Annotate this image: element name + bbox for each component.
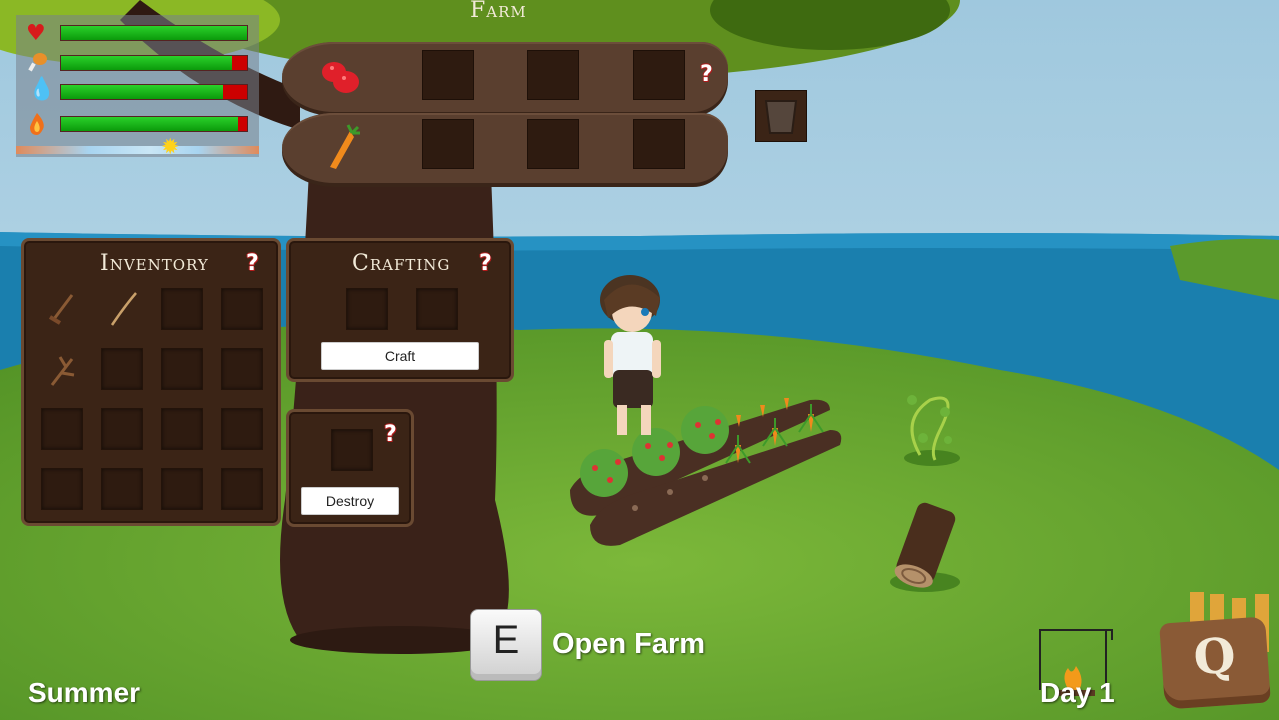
sun-icon: ✹ — [161, 135, 180, 160]
farm-row-1: ? — [282, 42, 728, 112]
inventory-slot-12[interactable] — [221, 408, 263, 450]
open-farm-prompt: Open Farm — [552, 628, 706, 660]
farm-help-button[interactable]: ? — [700, 62, 713, 87]
quest-key-label: Q — [1191, 627, 1238, 687]
fire-icon — [26, 111, 48, 135]
day-progress-bar — [16, 146, 259, 154]
inventory-title: Inventory — [100, 251, 209, 276]
heart-icon: ♥ — [26, 21, 46, 46]
farm-row-2 — [282, 113, 728, 183]
inventory-slot-1[interactable] — [41, 288, 83, 330]
warmth-bar-fill — [61, 117, 238, 131]
bucket-slot[interactable] — [755, 90, 807, 142]
stats-panel: ♥ 💧 ✹ — [16, 15, 259, 160]
inventory-slot-14[interactable] — [101, 468, 143, 510]
game-scene: Farm ? ♥ 💧 ✹ Inventory ? Crafting ? Craf… — [0, 0, 1279, 720]
inventory-slot-13[interactable] — [41, 468, 83, 510]
farm-slot-1[interactable] — [422, 50, 474, 100]
crafting-panel: Crafting ? Craft — [286, 238, 514, 382]
hoe-icon — [48, 294, 74, 325]
inventory-slot-3[interactable] — [161, 288, 203, 330]
inventory-slot-6[interactable] — [101, 348, 143, 390]
inventory-slot-2[interactable] — [101, 288, 143, 330]
hunger-bar — [60, 55, 248, 71]
destroy-help-button[interactable]: ? — [384, 422, 397, 447]
destroy-panel: ? Destroy — [286, 409, 414, 527]
crafting-help-button[interactable]: ? — [479, 251, 492, 276]
destroy-slot[interactable] — [331, 429, 373, 471]
thirst-bar-fill — [61, 85, 223, 99]
day-label: Day 1 — [1040, 677, 1115, 708]
farm-slot-6[interactable] — [633, 119, 685, 169]
inventory-panel: Inventory ? — [21, 238, 281, 526]
inventory-slot-11[interactable] — [161, 408, 203, 450]
farm-slot-2[interactable] — [527, 50, 579, 100]
key-e-label: E — [492, 618, 520, 662]
inventory-slot-8[interactable] — [221, 348, 263, 390]
inventory-slot-4[interactable] — [221, 288, 263, 330]
farm-title: Farm — [470, 0, 527, 23]
drumstick-icon — [26, 51, 48, 73]
stick-icon — [50, 356, 75, 386]
health-bar — [60, 25, 248, 41]
craft-button[interactable]: Craft — [321, 342, 479, 370]
crafting-slot-1[interactable] — [346, 288, 388, 330]
farm-slot-5[interactable] — [527, 119, 579, 169]
quest-log-button[interactable]: Q — [1159, 616, 1271, 710]
destroy-button[interactable]: Destroy — [301, 487, 399, 515]
inventory-slot-7[interactable] — [161, 348, 203, 390]
farm-slot-4[interactable] — [422, 119, 474, 169]
season-label: Summer — [28, 677, 141, 708]
thirst-bar — [60, 84, 248, 100]
inventory-slot-9[interactable] — [41, 408, 83, 450]
inventory-slot-10[interactable] — [101, 408, 143, 450]
inventory-slot-5[interactable] — [41, 348, 83, 390]
farm-slot-3[interactable] — [633, 50, 685, 100]
inventory-slot-15[interactable] — [161, 468, 203, 510]
bucket-icon — [764, 100, 798, 134]
carrot-icon — [330, 124, 360, 169]
health-bar-fill — [61, 26, 247, 40]
water-drop-icon: 💧 — [28, 77, 56, 102]
raspberry-icon — [322, 62, 359, 93]
inventory-help-button[interactable]: ? — [246, 251, 259, 276]
hunger-bar-fill — [61, 56, 233, 70]
inventory-slot-16[interactable] — [221, 468, 263, 510]
fishing-rod-icon — [110, 292, 137, 326]
warmth-bar — [60, 116, 248, 132]
crafting-slot-2[interactable] — [416, 288, 458, 330]
key-e-icon: E — [470, 609, 542, 681]
crafting-title: Crafting — [352, 251, 451, 276]
